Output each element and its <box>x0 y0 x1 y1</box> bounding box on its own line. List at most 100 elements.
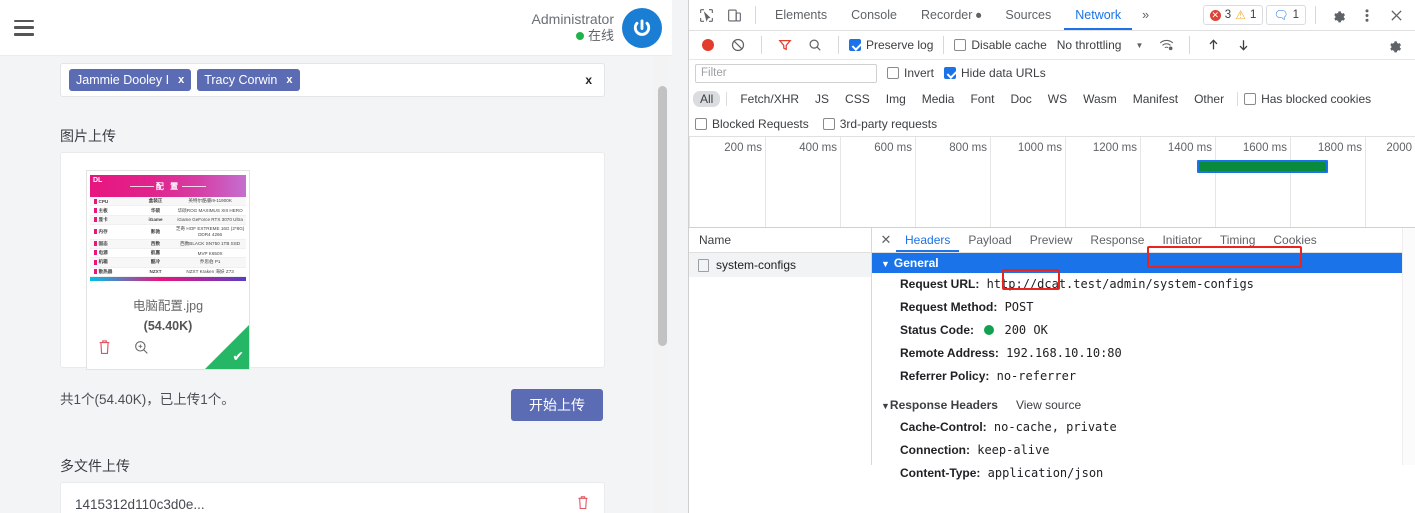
tag-label: Jammie Dooley I <box>76 73 170 87</box>
upload-status-text: 共1个(54.40K)，已上传1个。 <box>60 392 235 407</box>
hamburger-icon[interactable] <box>14 19 34 36</box>
filter-media[interactable]: Media <box>915 91 962 107</box>
tab-preview[interactable]: Preview <box>1021 228 1082 252</box>
device-toolbar-icon[interactable] <box>721 3 747 27</box>
start-upload-button[interactable]: 开始上传 <box>511 389 603 421</box>
tab-headers[interactable]: Headers <box>896 228 959 252</box>
invert-checkbox[interactable]: Invert <box>887 66 934 80</box>
filter-other[interactable]: Other <box>1187 91 1231 107</box>
close-icon[interactable] <box>1383 3 1409 27</box>
issues-badge[interactable]: ✕ 3 ⚠ 1 <box>1202 5 1264 25</box>
network-settings-gear-icon[interactable] <box>1381 33 1407 57</box>
close-icon[interactable]: ✕ <box>876 232 896 248</box>
request-row-system-configs[interactable]: system-configs <box>689 253 871 277</box>
tab-recorder[interactable]: Recorder ⏺ <box>910 0 992 30</box>
request-name: system-configs <box>716 258 797 272</box>
filter-wasm[interactable]: Wasm <box>1076 91 1124 107</box>
hide-data-urls-checkbox[interactable]: Hide data URLs <box>944 66 1046 80</box>
thumbnail-footer-bar <box>90 277 246 281</box>
disable-cache-label: Disable cache <box>971 38 1047 52</box>
third-party-label: 3rd-party requests <box>839 117 938 131</box>
clear-all-icon[interactable]: x <box>585 73 596 87</box>
trash-icon[interactable] <box>576 495 590 513</box>
tag-input-field[interactable]: Jammie Dooley I x Tracy Corwin x x <box>60 63 605 97</box>
table-row: 机箱 酷冷 乔思伯 P1 <box>90 257 246 268</box>
response-headers-title: Response Headers <box>889 398 998 412</box>
avatar[interactable] <box>622 7 662 48</box>
checkbox-box <box>695 118 707 130</box>
has-blocked-cookies-checkbox[interactable]: Has blocked cookies <box>1244 92 1371 106</box>
filter-css[interactable]: CSS <box>838 91 877 107</box>
record-icon[interactable] <box>695 33 721 57</box>
preserve-log-label: Preserve log <box>866 38 934 52</box>
page-scrollbar-thumb[interactable] <box>658 86 667 346</box>
tag-remove-icon[interactable]: x <box>286 74 292 86</box>
filter-js[interactable]: JS <box>808 91 836 107</box>
tab-response[interactable]: Response <box>1081 228 1153 252</box>
tag-chip[interactable]: Tracy Corwin x <box>197 69 300 91</box>
search-icon[interactable] <box>802 33 828 57</box>
image-upload-dropzone[interactable]: DL 配 置 CPU 盒装正 英特尔酷睿i9-11900K 主板 华硕 华硕ROG MA… <box>60 152 605 370</box>
tab-initiator[interactable]: Initiator <box>1153 228 1210 252</box>
more-tabs-icon[interactable]: » <box>1134 0 1157 30</box>
recorder-icon: ⏺ <box>975 10 982 22</box>
type-filter-row: All Fetch/XHR JS CSS Img Media Font Doc … <box>689 86 1415 112</box>
gear-icon[interactable] <box>1325 3 1351 27</box>
filter-fetch-xhr[interactable]: Fetch/XHR <box>733 91 806 107</box>
response-headers-section-header[interactable]: ▼Response Headers View source <box>872 394 1415 416</box>
disable-cache-checkbox[interactable]: Disable cache <box>954 38 1047 52</box>
message-count: 1 <box>1292 9 1299 21</box>
network-conditions-icon[interactable] <box>1153 33 1179 57</box>
filter-ws[interactable]: WS <box>1041 91 1074 107</box>
funnel-icon[interactable] <box>772 33 798 57</box>
request-timeline-bar[interactable] <box>1197 160 1328 173</box>
view-source-link[interactable]: View source <box>1016 398 1081 412</box>
user-status-label: 在线 <box>587 28 614 44</box>
uploaded-image-card[interactable]: DL 配 置 CPU 盒装正 英特尔酷睿i9-11900K 主板 华硕 华硕ROG MA… <box>86 170 250 370</box>
request-timeline-bar-fill <box>1199 162 1326 171</box>
preserve-log-checkbox[interactable]: Preserve log <box>849 38 933 52</box>
tab-elements[interactable]: Elements <box>764 0 838 30</box>
throttling-value[interactable]: No throttling <box>1057 38 1122 52</box>
export-har-icon[interactable] <box>1230 33 1256 57</box>
tab-console[interactable]: Console <box>840 0 908 30</box>
tag-remove-icon[interactable]: x <box>178 74 184 86</box>
user-menu[interactable]: Administrator 在线 <box>532 7 662 48</box>
network-timeline[interactable]: 200 ms 400 ms 600 ms 800 ms 1000 ms 1200… <box>689 137 1415 228</box>
header-value: 200 OK <box>1004 323 1048 337</box>
tab-sources[interactable]: Sources <box>994 0 1062 30</box>
general-section-header[interactable]: ▼ General <box>872 253 1415 273</box>
tab-timing[interactable]: Timing <box>1211 228 1265 252</box>
import-har-icon[interactable] <box>1200 33 1226 57</box>
filter-doc[interactable]: Doc <box>1003 91 1038 107</box>
warning-icon: ⚠ <box>1235 8 1246 22</box>
filter-font[interactable]: Font <box>963 91 1001 107</box>
caret-down-icon: ▼ <box>881 401 890 411</box>
blocked-requests-checkbox[interactable]: Blocked Requests <box>695 117 809 131</box>
chevron-down-icon[interactable]: ▼ <box>1135 41 1143 50</box>
search-input[interactable] <box>695 63 877 83</box>
timeline-tick-label: 1400 ms <box>1167 142 1212 154</box>
filter-manifest[interactable]: Manifest <box>1126 91 1185 107</box>
detail-vertical-scrollbar[interactable] <box>1402 228 1415 465</box>
trash-icon[interactable] <box>97 339 112 358</box>
checkbox-box <box>954 39 967 51</box>
clear-icon[interactable] <box>725 33 751 57</box>
third-party-requests-checkbox[interactable]: 3rd-party requests <box>822 117 938 131</box>
tag-chip[interactable]: Jammie Dooley I x <box>69 69 192 91</box>
filter-img[interactable]: Img <box>879 91 913 107</box>
tab-cookies[interactable]: Cookies <box>1264 228 1325 252</box>
messages-badge[interactable]: 🗨 1 <box>1266 5 1306 25</box>
page-body: Jammie Dooley I x Tracy Corwin x x 图片上传 … <box>0 56 672 513</box>
power-icon <box>630 15 654 40</box>
header-key: Connection: <box>900 443 970 457</box>
inspect-cursor-icon[interactable] <box>693 3 719 27</box>
tab-payload[interactable]: Payload <box>959 228 1020 252</box>
tag-label: Tracy Corwin <box>204 73 278 87</box>
filter-all[interactable]: All <box>693 91 721 107</box>
multi-upload-file-row[interactable]: 1415312d110c3d0e... <box>60 482 605 513</box>
more-vertical-icon[interactable] <box>1354 3 1380 27</box>
magnifier-icon[interactable] <box>134 340 149 358</box>
request-list: Name system-configs <box>689 228 872 465</box>
tab-network[interactable]: Network <box>1064 0 1132 30</box>
